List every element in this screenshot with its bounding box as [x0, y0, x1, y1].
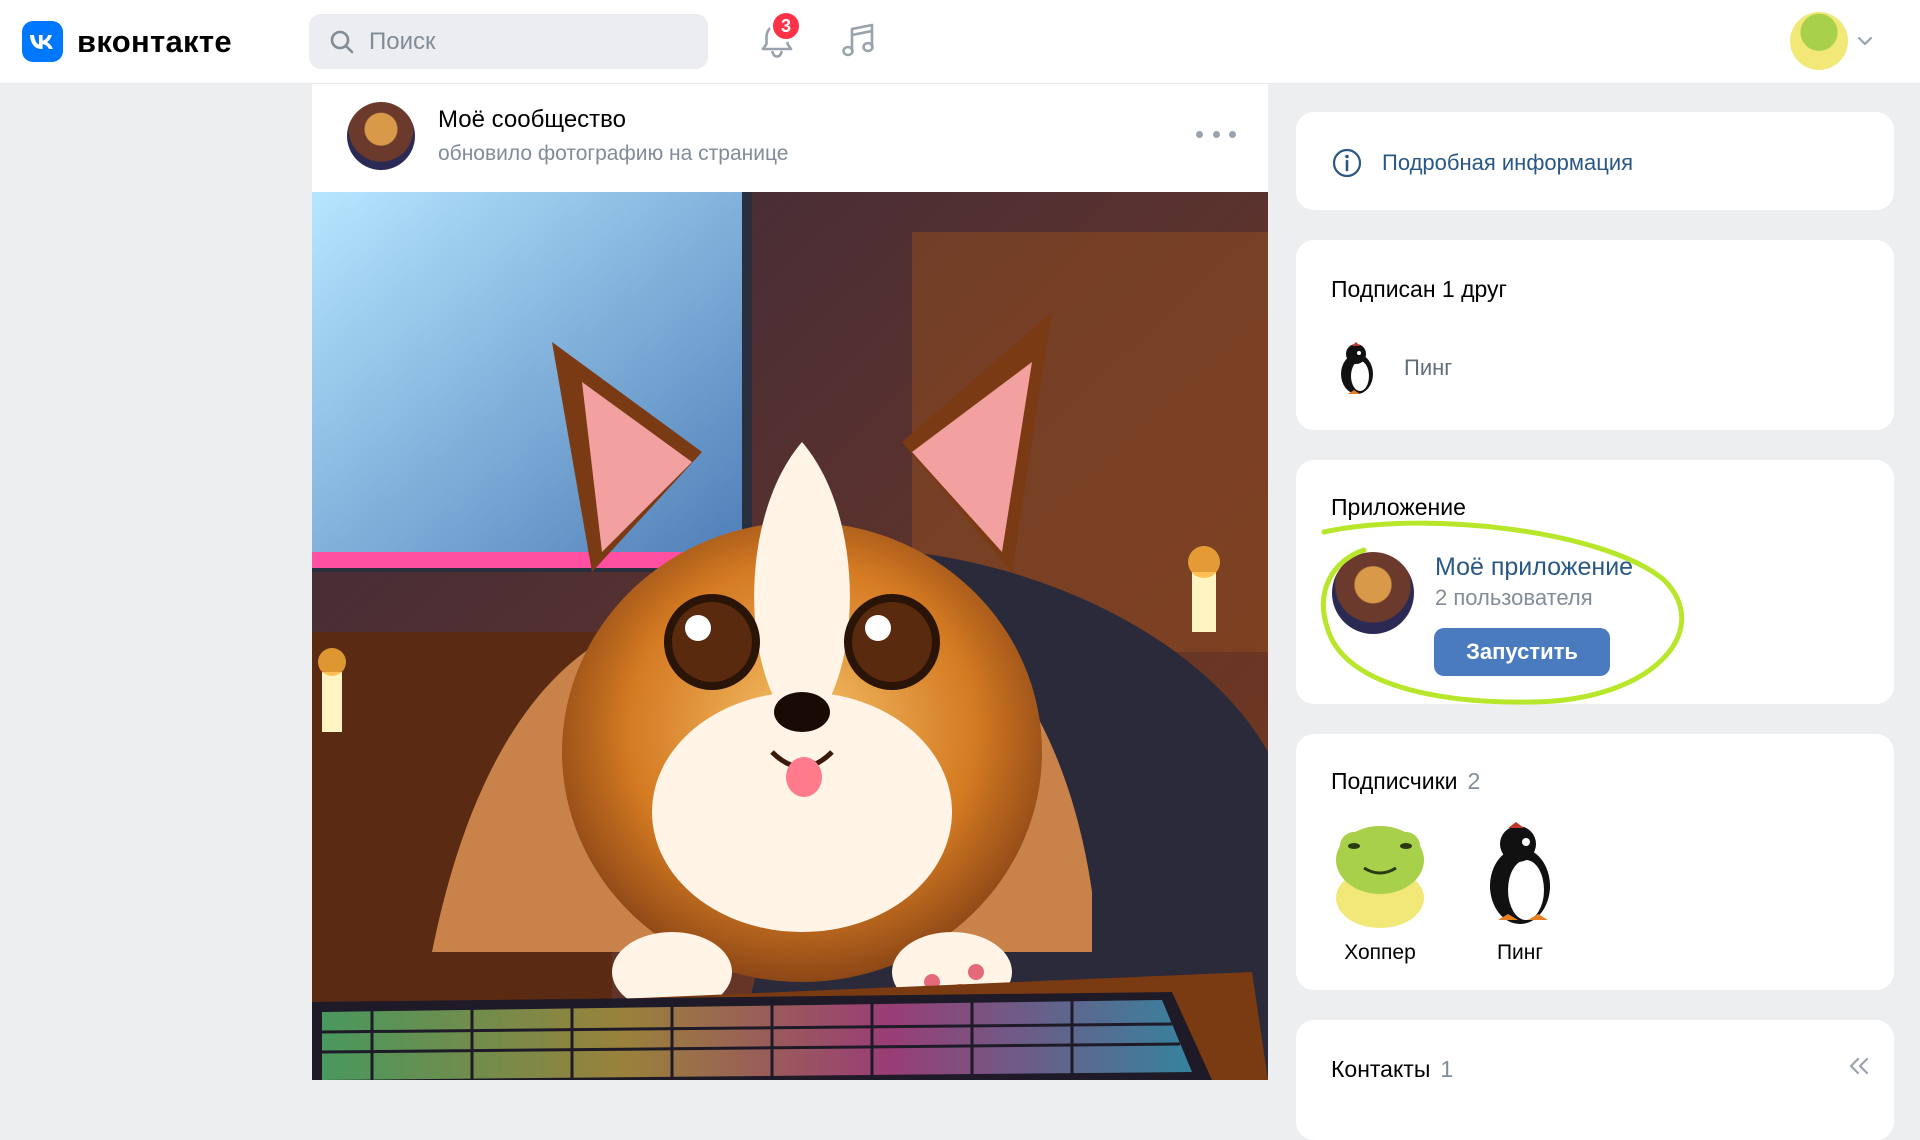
details-label: Подробная информация [1382, 150, 1634, 175]
details-link[interactable]: Подробная информация [1332, 148, 1633, 178]
post-photo[interactable] [312, 192, 1268, 1080]
contacts-title-text: Контакты [1331, 1056, 1431, 1082]
wall-post: Моё сообщество обновило фотографию на ст… [312, 84, 1268, 1080]
user-menu[interactable] [1790, 12, 1874, 70]
subscriber-item[interactable]: Пинг [1460, 816, 1580, 965]
friends-title[interactable]: Подписан 1 друг [1331, 276, 1507, 303]
app-card: Приложение Моё приложение 2 пользователя… [1296, 460, 1894, 704]
subscriber-name: Хоппер [1344, 941, 1416, 964]
friend-item[interactable]: Пинг [1332, 340, 1452, 396]
post-action-text: обновило фотографию на странице [438, 142, 789, 165]
music-icon[interactable] [836, 18, 882, 64]
app-name-link[interactable]: Моё приложение [1435, 553, 1633, 582]
notifications-badge: 3 [770, 10, 802, 42]
contacts-count: 1 [1440, 1056, 1454, 1082]
info-card: Подробная информация [1296, 112, 1894, 210]
user-avatar [1790, 12, 1848, 70]
logo-text: вконтакте [77, 23, 232, 59]
friend-avatar [1341, 342, 1373, 394]
app-users-count: 2 пользователя [1435, 585, 1593, 610]
collapse-icon[interactable] [1846, 1056, 1872, 1076]
subscriber-name: Пинг [1496, 941, 1544, 964]
chevron-down-icon [1857, 36, 1873, 46]
subscriber-avatar [1324, 816, 1436, 928]
contacts-title[interactable]: Контакты 1 [1331, 1056, 1453, 1083]
subscribers-title-text: Подписчики [1331, 768, 1458, 794]
post-header: Моё сообщество обновило фотографию на ст… [312, 84, 1268, 192]
vk-logo[interactable]: вконтакте [22, 21, 232, 62]
subscriber-item[interactable]: Хоппер [1320, 816, 1440, 965]
friends-card: Подписан 1 друг Пинг [1296, 240, 1894, 430]
subscribers-card: Подписчики 2 Хоппер Пинг [1296, 734, 1894, 990]
search-input[interactable] [367, 26, 691, 57]
friend-name: Пинг [1404, 355, 1453, 380]
subscribers-title[interactable]: Подписчики 2 [1331, 768, 1480, 795]
post-author[interactable]: Моё сообщество [438, 106, 626, 134]
app-section-title: Приложение [1331, 494, 1466, 520]
contacts-card: Контакты 1 [1296, 1020, 1894, 1140]
app-avatar[interactable] [1332, 552, 1414, 634]
search-icon [330, 30, 354, 53]
top-bar: вконтакте 3 [0, 0, 1920, 84]
more-options-icon[interactable] [1196, 124, 1236, 144]
info-icon [1332, 148, 1362, 178]
vk-logo-icon [22, 21, 63, 62]
launch-app-button[interactable]: Запустить [1434, 628, 1610, 676]
search-box[interactable] [309, 14, 708, 69]
community-avatar[interactable] [347, 102, 415, 170]
subscriber-avatar [1464, 816, 1576, 928]
subscribers-count: 2 [1467, 768, 1481, 794]
